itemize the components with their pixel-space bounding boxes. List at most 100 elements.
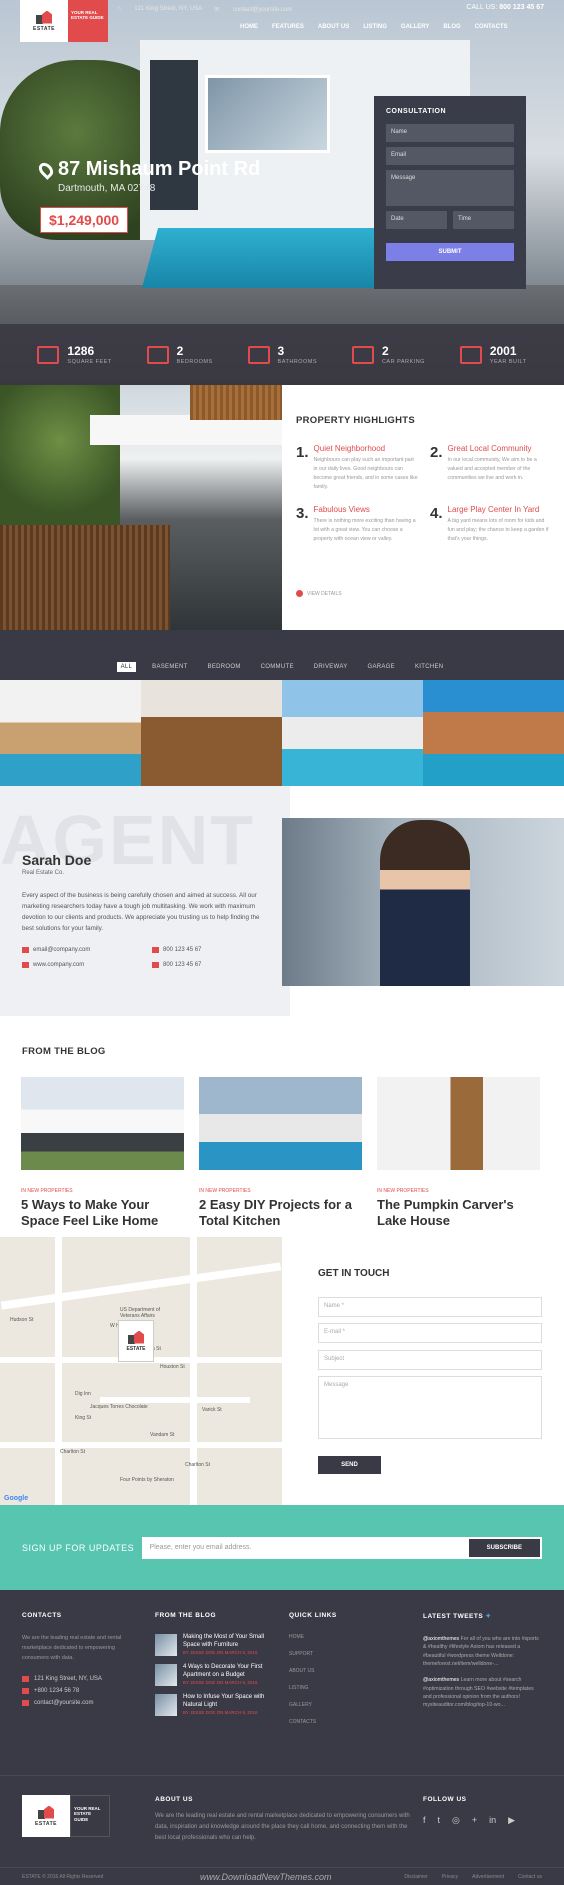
call-us[interactable]: CALL US: 800 123 45 67 xyxy=(454,4,544,11)
contact-send-button[interactable]: SEND xyxy=(318,1456,381,1474)
footer-blog-post[interactable]: 4 Ways to Decorate Your First Apartment … xyxy=(155,1664,275,1686)
tweet-handle[interactable]: @axiomthemes xyxy=(423,1636,459,1642)
twitter-icon[interactable]: t xyxy=(438,1815,441,1826)
gallery-tab-kitchen[interactable]: KITCHEN xyxy=(411,662,447,672)
subscribe-button[interactable]: SUBSCRIBE xyxy=(468,1538,540,1557)
contact-message-input[interactable]: Message xyxy=(318,1376,542,1439)
instagram-icon[interactable]: ◎ xyxy=(452,1815,460,1826)
consult-name-input[interactable]: Name xyxy=(386,124,514,142)
gallery-image[interactable] xyxy=(282,680,423,786)
contact-name-input[interactable]: Name * xyxy=(318,1297,542,1317)
privacy-link[interactable]: Privacy xyxy=(442,1874,458,1880)
blog-post-image[interactable] xyxy=(21,1077,184,1170)
map-marker-logo[interactable]: ESTATE xyxy=(118,1320,154,1362)
consult-submit-button[interactable]: SUBMIT xyxy=(386,243,514,261)
footer-email[interactable]: contact@yoursite.com xyxy=(22,1699,137,1706)
gallery-tab-basement[interactable]: BASEMENT xyxy=(148,662,191,672)
footer-link-gallery[interactable]: GALLERY xyxy=(289,1702,389,1708)
consult-date-input[interactable]: Date xyxy=(386,211,447,229)
contact-email-input[interactable]: E-mail * xyxy=(318,1323,542,1343)
footer-link-home[interactable]: HOME xyxy=(289,1634,389,1640)
footer-link-about[interactable]: ABOUT US xyxy=(289,1668,389,1674)
agent-email[interactable]: email@company.com xyxy=(22,947,90,953)
tweet-handle[interactable]: @axiomthemes xyxy=(423,1677,459,1683)
consult-email-input[interactable]: Email xyxy=(386,147,514,165)
nav-features[interactable]: FEATURES xyxy=(272,24,304,30)
youtube-icon[interactable]: ▶ xyxy=(508,1815,515,1826)
google-plus-icon[interactable]: + xyxy=(472,1815,477,1826)
stats-bar: 1286 SQUARE FEET 2 BEDROOMS 3 BATHROOMS 2 CA… xyxy=(0,324,564,385)
email-item[interactable]: ✉ contact@yoursite.com xyxy=(214,6,292,13)
blog-post-image[interactable] xyxy=(377,1077,540,1170)
highlight-item: 3. Fabulous Views There is nothing more ex… xyxy=(296,505,418,544)
linkedin-icon[interactable]: in xyxy=(489,1815,496,1826)
copyright: ESTATE © 2016 All Rights Reserved xyxy=(22,1873,104,1880)
footer-blog-thumb[interactable] xyxy=(155,1694,177,1716)
gallery-tab-garage[interactable]: GARAGE xyxy=(364,662,399,672)
gallery-tab-driveway[interactable]: DRIVEWAY xyxy=(310,662,352,672)
footer-blog-title: FROM THE BLOG xyxy=(155,1612,217,1619)
footer-links-title: QUICK LINKS xyxy=(289,1612,337,1619)
highlights-view-details[interactable]: VIEW DETAILS xyxy=(296,590,342,597)
consult-message-input[interactable]: Message xyxy=(386,170,514,206)
gallery-image[interactable] xyxy=(423,680,564,786)
nav-about[interactable]: ABOUT US xyxy=(318,24,349,30)
map-label: Charlton St xyxy=(185,1462,211,1468)
address-text: 121 King Street, NY, USA xyxy=(134,6,203,12)
disclaimer-link[interactable]: Disclaimer xyxy=(404,1874,427,1880)
footer-blog-thumb[interactable] xyxy=(155,1664,177,1686)
location-map[interactable]: W Houston St W Houston St US Department … xyxy=(0,1237,282,1505)
facebook-icon[interactable]: f xyxy=(423,1815,426,1826)
signup-email-input[interactable]: Please, enter you email address. xyxy=(150,1544,252,1551)
consult-datetime-row: Date Time xyxy=(386,211,514,234)
site-logo[interactable]: ESTATE YOUR REAL ESTATE GUIDE xyxy=(20,0,108,42)
gallery-tab-commute[interactable]: COMMUTE xyxy=(257,662,298,672)
blog-post[interactable]: IN NEW PROPERTIES 5 Ways to Make Your Sp… xyxy=(21,1077,184,1230)
blog-post-title[interactable]: The Pumpkin Carver's Lake House xyxy=(377,1197,540,1230)
blog-post-tag[interactable]: IN NEW PROPERTIES xyxy=(21,1188,184,1194)
gallery-tab-all[interactable]: ALL xyxy=(116,662,137,672)
nav-contacts[interactable]: CONTACTS xyxy=(475,24,508,30)
nav-home[interactable]: HOME xyxy=(240,24,258,30)
agent-website[interactable]: www.company.com xyxy=(22,962,84,968)
footer-post-title[interactable]: How to Infuse Your Space with Natural Li… xyxy=(183,1694,275,1710)
stat-year: 2001 YEAR BUILT xyxy=(459,344,527,365)
footer-link-support[interactable]: SUPPORT xyxy=(289,1651,389,1657)
footer-link-contacts[interactable]: CONTACTS xyxy=(289,1719,389,1725)
nav-listing[interactable]: LISTING xyxy=(363,24,387,30)
footer-post-title[interactable]: 4 Ways to Decorate Your First Apartment … xyxy=(183,1664,275,1680)
footer-phone[interactable]: +800 1234 56 78 xyxy=(22,1687,137,1694)
gallery-image[interactable] xyxy=(0,680,141,786)
blog-post-tag[interactable]: IN NEW PROPERTIES xyxy=(199,1188,362,1194)
nav-blog[interactable]: BLOG xyxy=(443,24,460,30)
gallery-tab-bedroom[interactable]: BEDROOM xyxy=(204,662,245,672)
contact-us-link[interactable]: Contact us xyxy=(518,1874,542,1880)
blog-post-tag[interactable]: IN NEW PROPERTIES xyxy=(377,1188,540,1194)
footer-blog-post[interactable]: How to Infuse Your Space with Natural Li… xyxy=(155,1694,275,1716)
footer-follow: FOLLOW US f t ◎ + in ▶ xyxy=(423,1796,515,1826)
blog-post-title[interactable]: 5 Ways to Make Your Space Feel Like Home xyxy=(21,1197,184,1230)
agent-email-text: email@company.com xyxy=(33,947,91,953)
footer-divider xyxy=(0,1775,564,1776)
garage-icon xyxy=(351,345,374,364)
contact-subject-input[interactable]: Subject xyxy=(318,1350,542,1370)
blog-post[interactable]: IN NEW PROPERTIES The Pumpkin Carver's L… xyxy=(377,1077,540,1230)
consult-time-input[interactable]: Time xyxy=(453,211,514,229)
globe-icon xyxy=(22,962,29,968)
arrow-icon xyxy=(296,590,303,597)
map-street xyxy=(55,1237,62,1505)
blog-post-image[interactable] xyxy=(199,1077,362,1170)
blog-post[interactable]: IN NEW PROPERTIES 2 Easy DIY Projects fo… xyxy=(199,1077,362,1230)
footer-blog-thumb[interactable] xyxy=(155,1634,177,1656)
footer-logo[interactable]: ESTATE YOUR REAL ESTATE GUIDE xyxy=(22,1795,110,1837)
google-logo: Google xyxy=(4,1495,29,1502)
footer-blog-post[interactable]: Making the Most of Your Small Space with… xyxy=(155,1634,275,1656)
nav-gallery[interactable]: GALLERY xyxy=(401,24,429,30)
footer-post-title[interactable]: Making the Most of Your Small Space with… xyxy=(183,1634,275,1650)
agent-fax-text: 800 123 45 67 xyxy=(163,962,202,968)
advertisement-link[interactable]: Advertisement xyxy=(472,1874,504,1880)
agent-phone[interactable]: 800 123 45 67 xyxy=(152,947,201,953)
blog-post-title[interactable]: 2 Easy DIY Projects for a Total Kitchen xyxy=(199,1197,362,1230)
footer-link-listing[interactable]: LISTING xyxy=(289,1685,389,1691)
gallery-image[interactable] xyxy=(141,680,282,786)
